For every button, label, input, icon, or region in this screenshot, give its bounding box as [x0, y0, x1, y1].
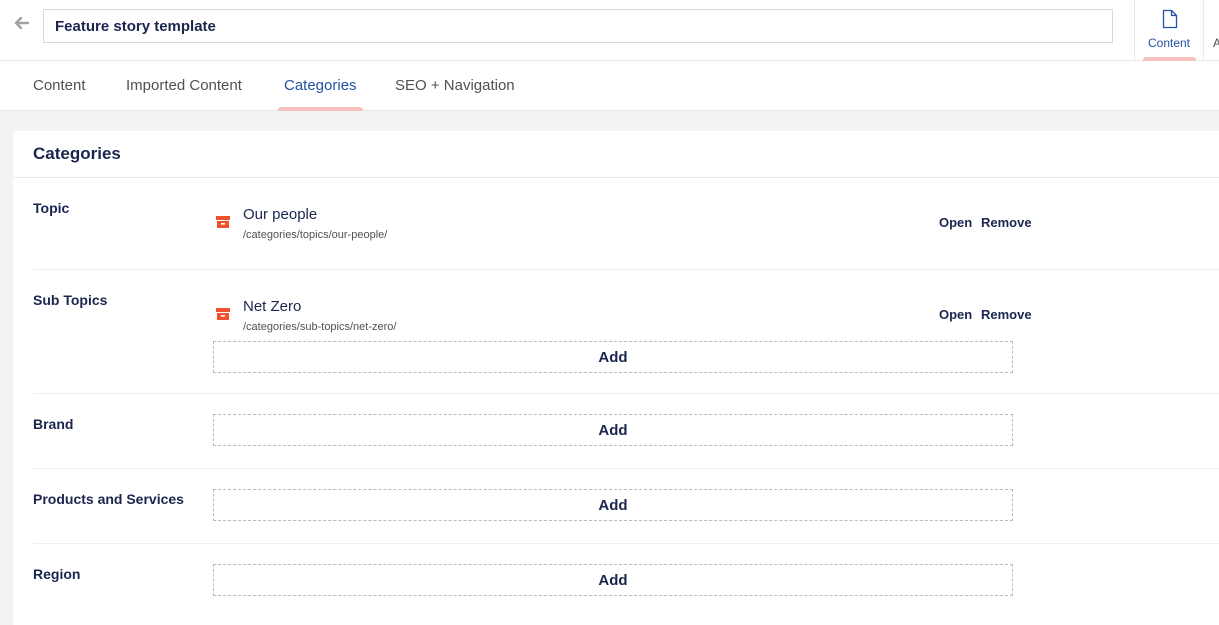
selected-node: Net Zero /categories/sub-topics/net-zero…	[213, 298, 1032, 338]
tab-content[interactable]: Content	[33, 61, 86, 111]
field-brand: Brand Add	[33, 394, 1219, 469]
tab-imported-content[interactable]: Imported Content	[126, 61, 242, 111]
document-icon	[1162, 9, 1178, 29]
field-label: Sub Topics	[33, 292, 108, 308]
content-tabs: Content Imported Content Categories SEO …	[0, 61, 1219, 111]
open-button[interactable]: Open	[939, 215, 972, 230]
add-brand-button[interactable]: Add	[213, 414, 1013, 446]
field-region: Region Add	[33, 544, 1219, 619]
selected-node: Our people /categories/topics/our-people…	[213, 206, 1032, 246]
field-label: Topic	[33, 200, 70, 216]
back-arrow-icon[interactable]	[12, 14, 30, 32]
node-name: Our people	[243, 206, 318, 223]
app-tab-label: Content	[1147, 36, 1191, 50]
tab-categories[interactable]: Categories	[278, 61, 363, 111]
field-label: Brand	[33, 416, 74, 432]
remove-button[interactable]: Remove	[981, 215, 1032, 230]
node-path: /categories/sub-topics/net-zero/	[243, 321, 397, 333]
tab-seo-navigation[interactable]: SEO + Navigation	[395, 61, 515, 111]
add-sub-topic-button[interactable]: Add	[213, 341, 1013, 373]
document-name-input[interactable]	[43, 9, 1113, 43]
app-tab-partial-label[interactable]: A	[1213, 36, 1219, 50]
node-name: Net Zero	[243, 298, 302, 315]
archive-icon	[216, 216, 230, 228]
node-path: /categories/topics/our-people/	[243, 229, 388, 241]
field-products-and-services: Products and Services Add	[33, 469, 1219, 544]
app-tab-content[interactable]: Content	[1134, 0, 1204, 61]
field-topic: Topic Our people /categories/topics/our-…	[33, 178, 1219, 270]
field-label: Products and Services	[33, 491, 184, 507]
archive-icon	[216, 308, 230, 320]
open-button[interactable]: Open	[939, 307, 972, 322]
add-region-button[interactable]: Add	[213, 564, 1013, 596]
categories-panel: Categories Topic Our people /categories/…	[13, 131, 1219, 625]
remove-button[interactable]: Remove	[981, 307, 1032, 322]
editor-header: Content A	[0, 0, 1219, 61]
panel-title: Categories	[33, 144, 121, 163]
field-label: Region	[33, 566, 81, 582]
field-sub-topics: Sub Topics Net Zero /categories/sub-topi…	[33, 270, 1219, 394]
add-product-button[interactable]: Add	[213, 489, 1013, 521]
